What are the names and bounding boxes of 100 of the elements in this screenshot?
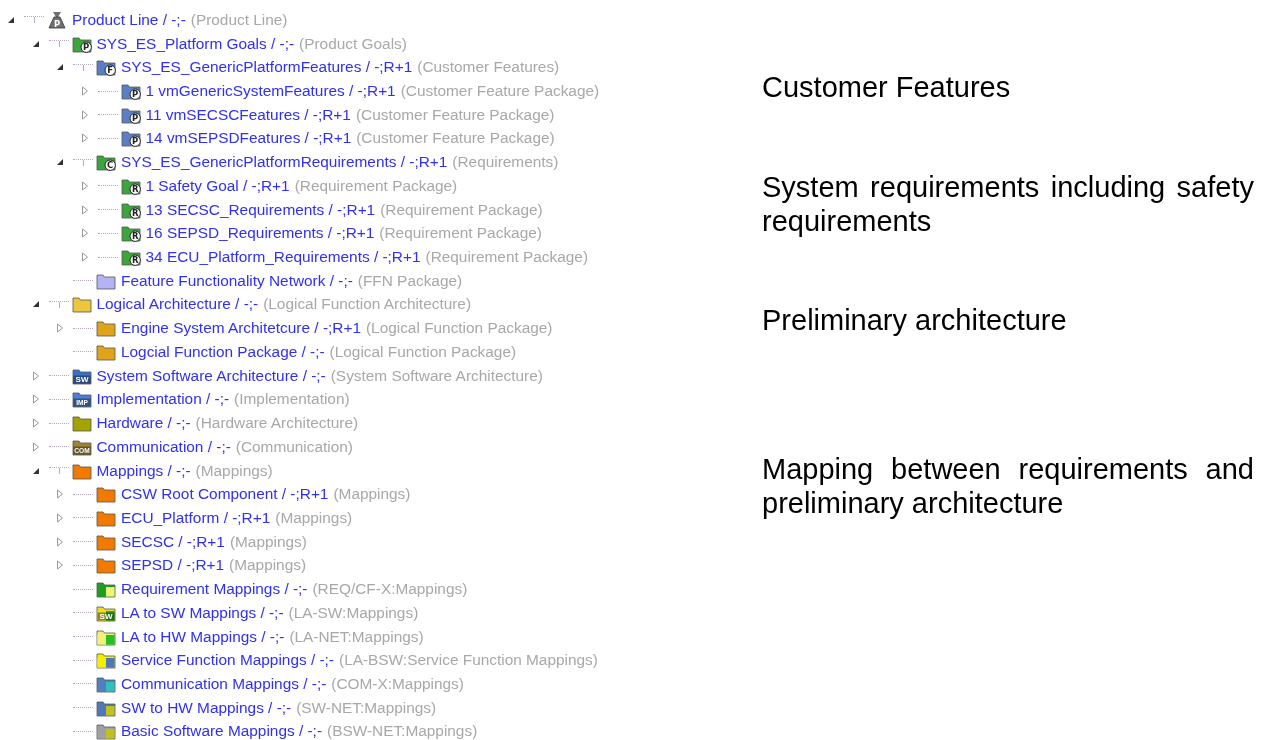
expand-arrow[interactable] — [55, 323, 65, 334]
node-name[interactable]: SYS_ES_GenericPlatformRequirements / -;R+1 — [121, 153, 448, 172]
node-type: (System Software Architecture) — [330, 366, 543, 385]
expand-arrow[interactable] — [79, 86, 90, 96]
folder-icon — [71, 295, 92, 314]
node-name[interactable]: Requirement Mappings / -;- — [121, 580, 308, 599]
folder-icon: R — [120, 224, 141, 243]
node-type: (Hardware Architecture) — [195, 414, 359, 433]
node-type: (REQ/CF-X:Mappings) — [312, 580, 468, 599]
expand-arrow[interactable] — [79, 133, 90, 144]
node-name[interactable]: SECSC / -;R+1 — [121, 532, 225, 551]
node-type: (Requirement Package) — [294, 176, 458, 195]
folder-icon — [96, 271, 116, 290]
node-type: (Implementation) — [234, 390, 350, 409]
node-type: (LA-SW:Mappings) — [288, 603, 419, 622]
folder-icon — [96, 580, 116, 599]
annotation-text: Preliminary architecture — [762, 303, 1068, 337]
node-name[interactable]: 1 Safety Goal / -;R+1 — [145, 176, 290, 195]
collapse-arrow[interactable] — [55, 157, 65, 168]
folder-icon — [96, 651, 116, 670]
node-name[interactable]: 11 vmSECSCFeatures / -;R+1 — [145, 105, 351, 124]
folder-icon: C — [96, 153, 116, 172]
expand-arrow[interactable] — [79, 109, 90, 120]
folder-icon: R — [120, 200, 141, 219]
node-name[interactable]: 34 ECU_Platform_Requirements / -;R+1 — [145, 248, 421, 267]
node-name[interactable]: Communication Mappings / -;- — [121, 675, 327, 693]
folder-icon — [96, 532, 116, 551]
node-type: (Mappings) — [229, 532, 307, 551]
node-name[interactable]: Logcial Function Package / -;- — [121, 342, 325, 361]
folder-icon — [96, 722, 116, 740]
expand-arrow[interactable] — [30, 370, 41, 381]
node-type: (BSW-NET:Mappings) — [327, 722, 478, 740]
expand-arrow[interactable] — [55, 560, 65, 571]
node-type: (LA-NET:Mappings) — [289, 627, 424, 646]
node-name[interactable]: 16 SEPSD_Requirements / -;R+1 — [145, 224, 375, 243]
node-type: (Mappings) — [275, 508, 353, 527]
expand-arrow[interactable] — [55, 489, 65, 500]
folder-icon — [96, 342, 116, 361]
node-type: (Requirement Package) — [380, 200, 543, 219]
node-name[interactable]: SW to HW Mappings / -;- — [121, 698, 292, 717]
node-name[interactable]: Basic Software Mappings / -;- — [121, 722, 322, 740]
node-type: (Communication) — [235, 437, 353, 456]
folder-icon — [71, 461, 92, 480]
node-name[interactable]: System Software Architecture / -;- — [96, 366, 326, 385]
node-name[interactable]: LA to SW Mappings / -;- — [121, 603, 284, 622]
node-name[interactable]: LA to HW Mappings / -;- — [121, 627, 285, 646]
folder-icon: P — [71, 34, 92, 53]
folder-icon — [96, 508, 116, 527]
node-name[interactable]: SYS_ES_Platform Goals / -;- — [96, 34, 295, 53]
expand-arrow[interactable] — [30, 394, 41, 405]
folder-icon — [96, 485, 116, 504]
expand-arrow[interactable] — [30, 418, 41, 429]
node-name[interactable]: CSW Root Component / -;R+1 — [121, 485, 329, 504]
node-type: (Product Goals) — [299, 34, 407, 53]
folder-icon: SW — [96, 603, 116, 622]
node-type: (FFN Package) — [357, 271, 463, 290]
node-type: (COM-X:Mappings) — [331, 675, 464, 693]
node-name[interactable]: Logical Architecture / -;- — [96, 295, 259, 314]
folder-icon: R — [120, 176, 141, 195]
annotation-text: Mapping between requirements and preliminary architecture — [762, 452, 1254, 520]
node-type: (Logical Function Package) — [365, 319, 553, 338]
node-name[interactable]: Hardware / -;- — [96, 414, 191, 433]
node-type: (Logical Function Architecture) — [263, 295, 472, 314]
folder-icon — [96, 675, 116, 693]
node-name[interactable]: Engine System Architetcure / -;R+1 — [121, 319, 361, 338]
node-name[interactable]: Feature Functionality Network / -;- — [121, 271, 353, 290]
folder-icon — [96, 319, 116, 338]
node-name[interactable]: Product Line / -;- — [72, 10, 186, 29]
node-name[interactable]: SEPSD / -;R+1 — [121, 556, 225, 575]
expand-arrow[interactable] — [55, 512, 65, 523]
folder-icon — [71, 414, 92, 433]
folder-icon: P — [120, 105, 141, 124]
expand-arrow[interactable] — [79, 228, 90, 239]
node-type: (Mappings) — [229, 556, 307, 575]
expand-arrow[interactable] — [30, 441, 41, 452]
collapse-arrow[interactable] — [55, 62, 65, 73]
node-type: (SW-NET:Mappings) — [296, 698, 437, 717]
node-type: (LA-BSW:Service Function Mappings) — [339, 651, 598, 670]
node-name[interactable]: Implementation / -;- — [96, 390, 230, 409]
node-type: (Customer Feature Package) — [400, 82, 600, 100]
node-type: (Mappings) — [333, 485, 411, 504]
expand-arrow[interactable] — [79, 180, 90, 191]
annotation-text: Customer Features — [762, 70, 1012, 104]
node-name[interactable]: Mappings / -;- — [96, 461, 191, 480]
expand-arrow[interactable] — [79, 204, 90, 215]
node-type: (Requirements) — [452, 153, 559, 172]
node-name[interactable]: Service Function Mappings / -;- — [121, 651, 334, 670]
node-name[interactable]: Communication / -;- — [96, 437, 231, 456]
folder-icon — [96, 698, 116, 717]
folder-icon: P — [120, 82, 141, 100]
node-name[interactable]: 1 vmGenericSystemFeatures / -;R+1 — [145, 82, 396, 100]
node-name[interactable]: 13 SECSC_Requirements / -;R+1 — [145, 200, 376, 219]
expand-arrow[interactable] — [79, 252, 90, 263]
node-type: (Customer Feature Package) — [356, 129, 555, 148]
node-name[interactable]: 14 vmSEPSDFeatures / -;R+1 — [145, 129, 352, 148]
node-name[interactable]: SYS_ES_GenericPlatformFeatures / -;R+1 — [121, 58, 413, 77]
expand-arrow[interactable] — [55, 536, 65, 547]
folder-icon: R — [120, 248, 141, 267]
node-name[interactable]: ECU_Platform / -;R+1 — [121, 508, 271, 527]
folder-icon — [96, 627, 116, 646]
